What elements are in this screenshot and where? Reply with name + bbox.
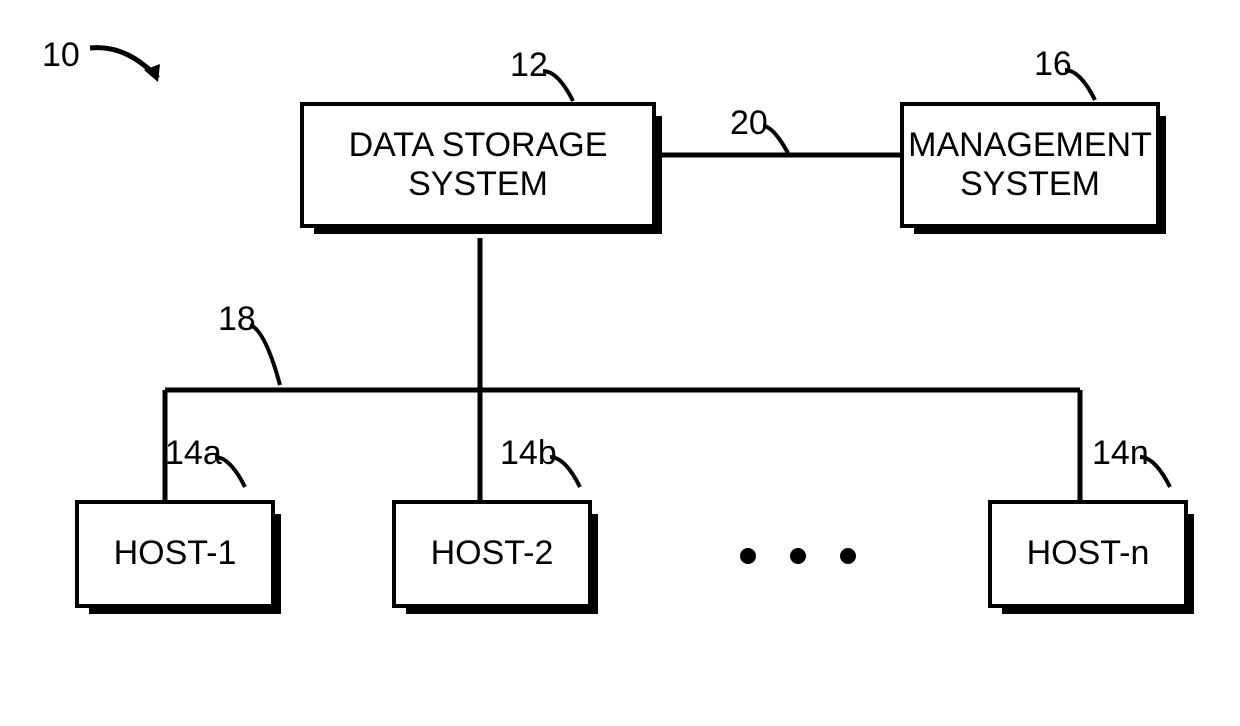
- ref18-label: 18: [218, 300, 256, 339]
- ref14a-label: 14a: [165, 434, 222, 473]
- ellipsis-dot: [740, 548, 756, 564]
- figure-ref-arrow-icon: [86, 36, 176, 96]
- ref20-label: 20: [730, 104, 768, 143]
- management-system-box: MANAGEMENT SYSTEM: [900, 102, 1160, 228]
- ellipsis-dot: [840, 548, 856, 564]
- hostn-box: HOST-n: [988, 500, 1188, 608]
- data-storage-system-box: DATA STORAGE SYSTEM: [300, 102, 656, 228]
- host1-box: HOST-1: [75, 500, 275, 608]
- figure-ref-label: 10: [42, 36, 80, 75]
- host2-box: HOST-2: [392, 500, 592, 608]
- ref14n-label: 14n: [1092, 434, 1149, 473]
- ellipsis-dot: [790, 548, 806, 564]
- ref14b-label: 14b: [500, 434, 557, 473]
- ref16-label: 16: [1034, 45, 1072, 84]
- ref12-label: 12: [510, 46, 548, 85]
